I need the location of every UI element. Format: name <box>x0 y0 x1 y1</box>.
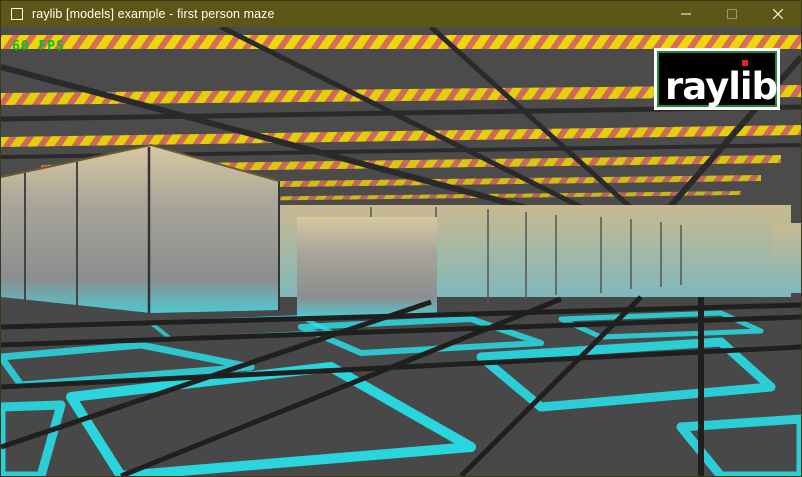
fps-counter: 60 FPS <box>12 39 65 54</box>
logo-accent-dot <box>742 60 748 66</box>
raylib-logo: raylib <box>654 48 780 110</box>
window-title: raylib [models] example - first person m… <box>32 7 275 21</box>
near-wall-block <box>1 143 280 313</box>
window-controls <box>663 1 801 27</box>
close-button[interactable] <box>755 1 801 27</box>
minimize-button[interactable] <box>663 1 709 27</box>
maximize-icon <box>727 9 737 19</box>
minimize-icon <box>681 13 691 15</box>
app-window: raylib [models] example - first person m… <box>0 0 802 477</box>
app-icon <box>11 8 23 20</box>
game-viewport[interactable]: 60 FPS raylib <box>1 27 801 476</box>
maximize-button[interactable] <box>709 1 755 27</box>
raylib-logo-text: raylib <box>665 65 778 108</box>
close-icon <box>773 9 783 19</box>
title-bar[interactable]: raylib [models] example - first person m… <box>1 1 801 27</box>
